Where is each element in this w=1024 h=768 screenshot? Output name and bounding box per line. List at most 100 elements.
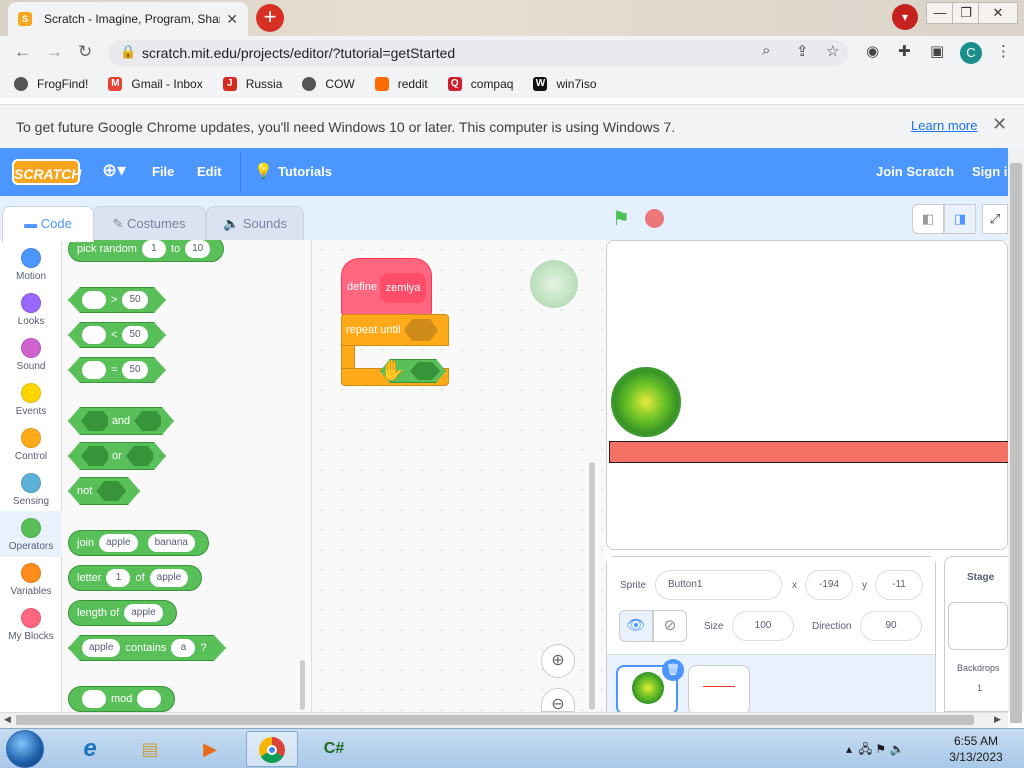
eq-right-input[interactable]: 50 (122, 361, 147, 379)
mod-right-input[interactable] (137, 690, 162, 708)
category-motion[interactable]: Motion (0, 248, 62, 282)
chrome-taskbar-icon[interactable] (246, 731, 298, 767)
pick-random-min[interactable]: 1 (141, 240, 166, 258)
green-flag-icon[interactable]: ⚑ (612, 206, 630, 231)
close-window-button[interactable]: ✕ (978, 2, 1018, 24)
zoom-in-button[interactable]: ⊕ (541, 644, 575, 678)
pick-random-max[interactable]: 10 (185, 240, 211, 258)
new-tab-button[interactable]: + (256, 4, 284, 32)
category-operators[interactable]: Operators (0, 518, 62, 552)
lock-icon[interactable]: 🔒 (120, 44, 136, 60)
small-stage-button[interactable]: ◧ (912, 204, 944, 234)
category-looks[interactable]: Looks (0, 293, 62, 327)
forward-icon[interactable]: → (46, 42, 63, 62)
scroll-right-icon[interactable]: ▶ (994, 714, 1001, 725)
infobar-close-icon[interactable]: ✕ (992, 114, 1007, 135)
show-sprite-icon[interactable]: 👁 (619, 610, 653, 642)
size-input[interactable]: 100 (732, 611, 794, 641)
lt-left-input[interactable] (82, 326, 106, 344)
start-button[interactable] (6, 730, 44, 768)
tab-code[interactable]: ▬ Code (2, 206, 94, 242)
lt-right-input[interactable]: 50 (122, 326, 147, 344)
restore-button[interactable]: ❐ (952, 2, 980, 24)
minimize-button[interactable]: — (926, 2, 954, 24)
learn-more-link[interactable]: Learn more (911, 118, 977, 133)
length-word-input[interactable]: apple (124, 604, 163, 622)
page-vertical-scroll-thumb[interactable] (1010, 163, 1022, 723)
equals-block[interactable]: = 50 (68, 357, 166, 383)
hide-sprite-icon[interactable]: ⊘ (653, 610, 687, 642)
not-block[interactable]: not (68, 477, 140, 505)
bookmark-reddit[interactable]: reddit (374, 77, 428, 91)
define-block[interactable]: define zemlya (341, 258, 432, 316)
bookmark-russia[interactable]: J Russia (222, 77, 282, 91)
and-block[interactable]: and (68, 407, 174, 435)
mod-left-input[interactable] (82, 690, 106, 708)
join-scratch-link[interactable]: Join Scratch (876, 164, 954, 179)
extension-icon[interactable]: ◉ (866, 42, 879, 60)
scroll-left-icon[interactable]: ◀ (4, 714, 11, 725)
sprite-button1[interactable] (611, 367, 681, 437)
taskbar-clock[interactable]: 6:55 AM 3/13/2023 (944, 733, 1008, 765)
sprite-platform-bar[interactable] (609, 441, 1011, 463)
puzzle-icon[interactable]: ✚ (898, 42, 911, 60)
category-sound[interactable]: Sound (0, 338, 62, 372)
sprite-thumbnail-2[interactable] (688, 665, 750, 715)
and-left-slot[interactable] (81, 411, 108, 431)
language-globe-icon[interactable]: ⊕▾ (102, 160, 126, 181)
join-input-2[interactable]: banana (147, 534, 195, 552)
contains-word-input[interactable]: apple (82, 639, 120, 657)
bookmark-gmail[interactable]: M Gmail - Inbox (108, 77, 203, 91)
palette-scrollbar[interactable] (300, 660, 305, 710)
sprite-name-input[interactable]: Button1 (655, 570, 782, 600)
workspace-scrollbar[interactable] (589, 462, 595, 710)
back-icon[interactable]: ← (14, 42, 31, 62)
or-block[interactable]: or (68, 442, 166, 470)
fullscreen-icon[interactable]: ⤢ (982, 204, 1008, 234)
eq-left-input[interactable] (82, 361, 106, 379)
y-input[interactable]: -11 (875, 570, 923, 600)
letter-index-input[interactable]: 1 (106, 569, 131, 587)
internet-explorer-icon[interactable]: e (64, 731, 116, 767)
delete-sprite-icon[interactable]: 🗑 (662, 659, 684, 681)
reload-icon[interactable]: ↻ (78, 42, 92, 62)
profile-avatar[interactable]: C (960, 42, 982, 64)
stage-thumbnail[interactable] (948, 602, 1008, 650)
zoom-search-icon[interactable]: ⌕ (762, 42, 770, 59)
file-explorer-icon[interactable]: ▤ (124, 731, 176, 767)
letter-of-block[interactable]: letter 1 of apple (68, 565, 203, 591)
system-tray-icons[interactable]: ▴ 🖧 ⚑ 🔈 (846, 740, 904, 761)
direction-input[interactable]: 90 (860, 611, 922, 641)
category-control[interactable]: Control (0, 428, 62, 462)
category-my-blocks[interactable]: My Blocks (0, 608, 62, 642)
x-input[interactable]: -194 (805, 570, 853, 600)
letter-word-input[interactable]: apple (149, 569, 189, 587)
bookmark-star-icon[interactable]: ☆ (826, 42, 839, 60)
contains-char-input[interactable]: a (171, 639, 195, 657)
side-panel-icon[interactable]: ▣ (930, 42, 944, 60)
pick-random-block[interactable]: pick random 1 to 10 (68, 240, 225, 262)
tab-sounds[interactable]: 🔈 Sounds (206, 206, 304, 242)
share-icon[interactable]: ⇪ (796, 42, 809, 60)
custom-block-label[interactable]: zemlya (380, 273, 426, 303)
gt-left-input[interactable] (82, 291, 106, 309)
csharp-icon[interactable]: C# (308, 731, 360, 767)
large-stage-button[interactable]: ◨ (944, 204, 976, 234)
stop-icon[interactable] (645, 209, 664, 228)
address-bar[interactable]: scratch.mit.edu/projects/editor/?tutoria… (108, 40, 848, 66)
category-variables[interactable]: Variables (0, 563, 62, 597)
and-right-slot[interactable] (134, 411, 161, 431)
tutorials-menu[interactable]: Tutorials (278, 164, 332, 179)
greater-than-block[interactable]: >50 (68, 287, 166, 313)
page-horizontal-scroll-thumb[interactable] (16, 715, 974, 725)
sign-in-link[interactable]: Sign in (972, 164, 1008, 179)
edit-menu[interactable]: Edit (197, 164, 222, 179)
bookmark-frogfind[interactable]: FrogFind! (14, 77, 88, 91)
bookmark-cow[interactable]: COW (302, 77, 355, 91)
close-tab-icon[interactable]: ✕ (226, 11, 238, 28)
media-player-icon[interactable]: ▶ (184, 731, 236, 767)
file-menu[interactable]: File (152, 164, 174, 179)
bookmark-win7iso[interactable]: Wwin7iso (533, 77, 597, 91)
scratch-logo[interactable]: SCRATCH (12, 159, 81, 185)
less-than-block[interactable]: <50 (68, 322, 166, 348)
